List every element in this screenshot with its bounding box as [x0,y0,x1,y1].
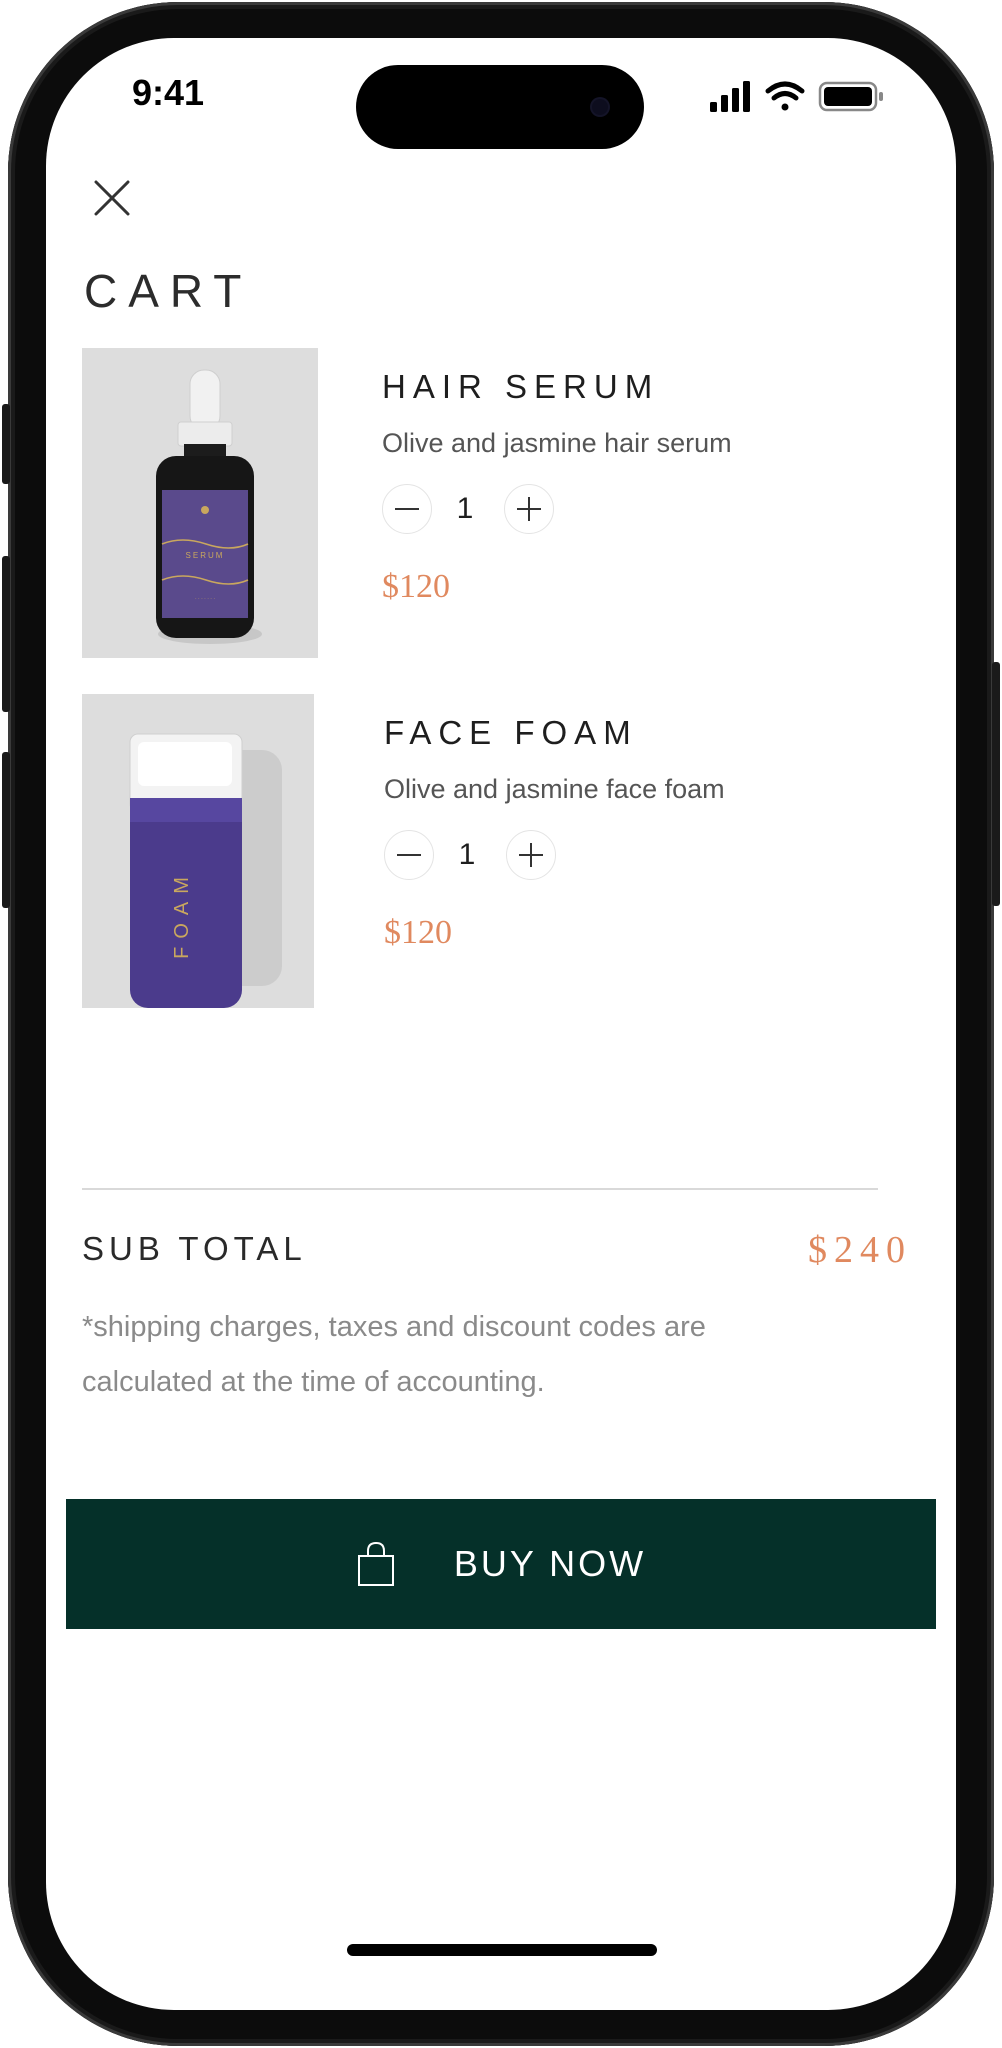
decrease-quantity-button[interactable] [382,484,432,534]
product-description: Olive and jasmine face foam [384,774,725,804]
phone-volume-up [2,556,10,712]
phone-power-button [992,662,1000,906]
phone-side-button [2,404,10,484]
shipping-note: *shipping charges, taxes and discount co… [82,1311,706,1398]
plus-icon [519,843,543,867]
page-title: CART [84,265,253,317]
minus-icon [395,508,419,510]
serum-bottle-image: SERUM · · · · · · · [82,348,318,658]
front-camera [592,99,608,115]
wifi-icon [765,81,805,111]
subtotal-value: $240 [808,1229,912,1271]
svg-text:SERUM: SERUM [186,551,225,560]
product-image[interactable]: FOAM [82,694,314,1008]
phone-volume-down [2,752,10,908]
quantity-value: 1 [456,492,474,525]
foam-pump-bottle-image: FOAM [82,694,314,1008]
status-time: 9:41 [132,72,205,113]
status-icons [710,80,910,121]
decrease-quantity-button[interactable] [384,830,434,880]
product-description: Olive and jasmine hair serum [382,428,732,458]
svg-text:FOAM: FOAM [171,869,193,959]
plus-icon [517,497,541,521]
cart-item: SERUM · · · · · · · HAIR SERUM Olive and… [82,348,942,666]
product-name[interactable]: HAIR SERUM [382,368,659,406]
increase-quantity-button[interactable] [504,484,554,534]
close-button[interactable] [90,176,134,220]
product-price: $120 [382,568,450,605]
increase-quantity-button[interactable] [506,830,556,880]
dynamic-island [356,65,644,149]
signal-icon [710,81,750,112]
product-name[interactable]: FACE FOAM [384,714,638,752]
product-price: $120 [384,914,452,951]
buy-now-button[interactable]: BUY NOW [66,1499,936,1629]
close-icon [94,180,130,216]
subtotal-label: SUB TOTAL [82,1230,307,1267]
shopping-bag-icon [357,1541,394,1586]
divider [82,1188,878,1190]
home-indicator[interactable] [347,1944,657,1956]
quantity-value: 1 [458,838,476,871]
svg-text:· · · · · · ·: · · · · · · · [195,596,215,602]
product-image[interactable]: SERUM · · · · · · · [82,348,318,658]
screen: 9:41 CART SERUM · · · · · · · HAIR SERUM… [46,38,956,2010]
buy-now-label: BUY NOW [453,1543,647,1584]
cart-item: FOAM FACE FOAM Olive and jasmine face fo… [82,694,942,1010]
battery-icon [818,81,883,112]
minus-icon [397,854,421,856]
